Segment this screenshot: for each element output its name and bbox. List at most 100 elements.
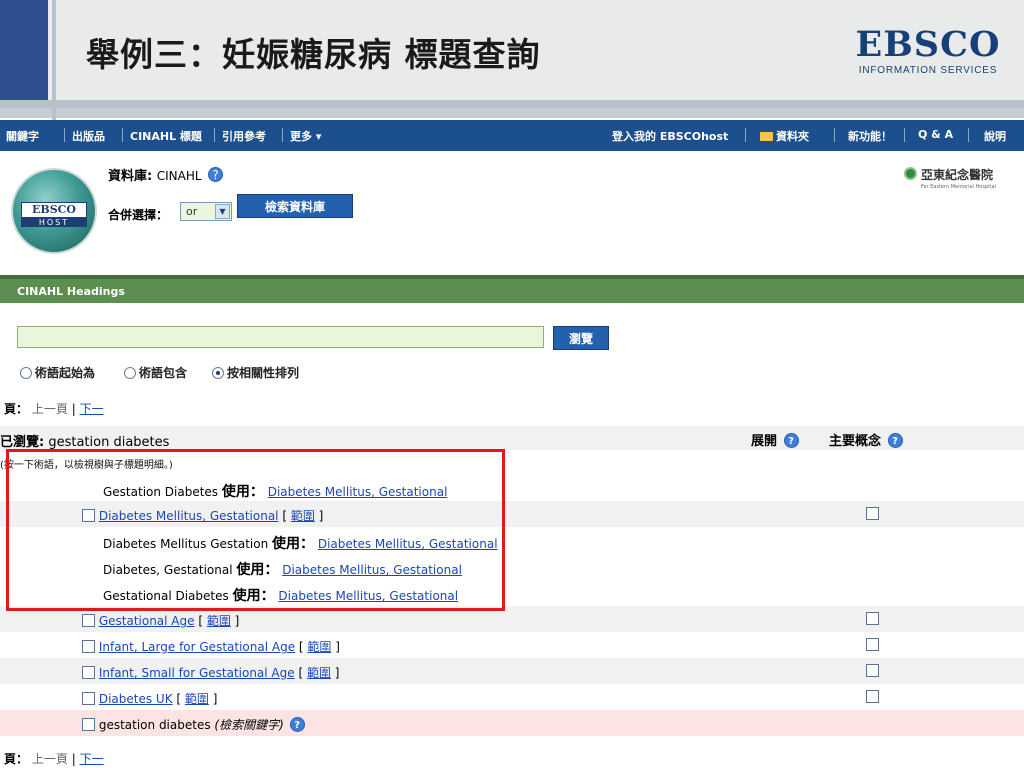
hospital-name: 亞東紀念醫院 (921, 168, 994, 182)
nav-separator (968, 128, 969, 142)
nav-help[interactable]: 說明 (984, 128, 1006, 144)
ebscohost-logo-word: EBSCO (21, 202, 87, 218)
keyword-term: gestation diabetes (98, 718, 211, 732)
heading-link[interactable]: Infant, Small for Gestational Age (99, 666, 295, 680)
heading-link[interactable]: Gestational Age (99, 614, 195, 628)
chevron-down-icon[interactable]: ▼ (215, 204, 230, 219)
database-name: CINAHL (156, 169, 202, 183)
database-label: 資料庫: CINAHL ? (108, 165, 224, 184)
combine-select-value: or (186, 205, 198, 218)
help-icon[interactable]: ? (887, 433, 903, 448)
hospital-english-name: Far Eastern Memorial Hospital (921, 184, 996, 190)
nav-separator (122, 128, 123, 142)
combine-label: 合併選擇： (108, 208, 169, 222)
scope-link[interactable]: 範圍 (307, 640, 331, 654)
help-icon[interactable]: ? (783, 433, 799, 448)
nav-separator (834, 128, 835, 142)
radio-icon[interactable] (20, 367, 32, 379)
nav-cinahl-headings[interactable]: CINAHL 標題 (130, 128, 202, 144)
database-label-text: 資料庫: (108, 169, 153, 184)
radio-relevance[interactable]: 按相關性排列 (212, 364, 299, 381)
nav-publications[interactable]: 出版品 (72, 128, 105, 144)
help-icon[interactable]: ? (208, 167, 224, 182)
nav-more-menu[interactable]: 更多 ▾ (290, 128, 321, 144)
radio-label: 按相關性排列 (227, 366, 300, 380)
browsed-term: gestation diabetes (48, 435, 170, 450)
slide-header: 舉例三：妊娠糖尿病 標題查詢 EBSCO INFORMATION SERVICE… (0, 0, 1024, 100)
nav-qa[interactable]: Q & A (918, 128, 953, 141)
highlight-annotation-box (6, 449, 505, 611)
explode-checkbox[interactable] (82, 666, 95, 679)
radio-contains[interactable]: 術語包含 (124, 364, 187, 381)
accent-bar (0, 0, 48, 100)
pager-next-link[interactable]: 下一 (80, 752, 104, 766)
pager-label: 頁： (4, 752, 29, 766)
keyword-note: (檢索關鍵字) (214, 718, 284, 732)
ebscohost-logo-plate: EBSCO HOST (21, 202, 87, 227)
combine-select[interactable]: or ▼ (180, 202, 232, 221)
major-concept-checkbox[interactable] (866, 638, 879, 651)
major-concept-checkbox[interactable] (866, 664, 879, 677)
nav-separator (64, 128, 65, 142)
ebsco-logo-word: EBSCO (855, 24, 1001, 65)
keyword-row: gestation diabetes (檢索關鍵字) ? (0, 710, 1024, 736)
nav-separator (282, 128, 283, 142)
pager-sep: | (71, 752, 76, 766)
accent-line (52, 0, 56, 122)
pager-prev: 上一頁 (31, 402, 68, 416)
nav-separator (745, 128, 746, 142)
database-panel: EBSCO HOST 資料庫: CINAHL ? 合併選擇： or ▼ 檢索資料… (0, 151, 1024, 275)
divider-band-light (0, 108, 1024, 118)
nav-separator (214, 128, 215, 142)
search-database-button[interactable]: 檢索資料庫 (237, 194, 353, 218)
column-explode: 展開 ? (751, 430, 799, 449)
browsed-term-label: 已瀏覽: gestation diabetes (0, 431, 169, 450)
help-icon[interactable]: ? (289, 717, 305, 732)
explode-checkbox[interactable] (82, 692, 95, 705)
scope-link[interactable]: 範圍 (207, 614, 231, 628)
pager-sep: | (71, 402, 76, 416)
table-row: Infant, Small for Gestational Age [ 範圍 ] (0, 658, 1024, 684)
pager-next-link[interactable]: 下一 (80, 402, 104, 416)
section-bar: CINAHL Headings (0, 275, 1024, 303)
column-explode-label: 展開 (751, 434, 778, 449)
pager-bottom: 頁： 上一頁 | 下一 (4, 750, 104, 767)
ebsco-logo: EBSCO INFORMATION SERVICES (852, 27, 1004, 83)
nav-sign-in[interactable]: 登入我的 EBSCOhost (612, 128, 728, 144)
radio-icon[interactable] (124, 367, 136, 379)
scope-link[interactable]: 範圍 (185, 692, 209, 706)
major-concept-checkbox[interactable] (866, 507, 879, 520)
keyword-checkbox[interactable] (82, 718, 95, 731)
nav-cited-references[interactable]: 引用參考 (222, 128, 266, 144)
scope-link[interactable]: 範圍 (307, 666, 331, 680)
nav-keyword[interactable]: 關鍵字 (6, 128, 39, 144)
results-header: 已瀏覽: gestation diabetes 展開 ? 主要概念 ? (0, 426, 1024, 450)
heading-link[interactable]: Infant, Large for Gestational Age (99, 640, 295, 654)
hospital-emblem-icon (904, 167, 917, 180)
browsed-label: 已瀏覽: (0, 435, 45, 450)
major-concept-checkbox[interactable] (866, 690, 879, 703)
heading-link[interactable]: Diabetes UK (99, 692, 173, 706)
nav-new-features[interactable]: 新功能！ (848, 128, 892, 144)
hospital-logo: 亞東紀念醫院 Far Eastern Memorial Hospital (904, 167, 1014, 199)
ebsco-logo-subtitle: INFORMATION SERVICES (858, 65, 998, 76)
nav-separator (904, 128, 905, 142)
folder-icon (760, 132, 773, 141)
top-navigation-bar: 關鍵字 出版品 CINAHL 標題 引用參考 更多 ▾ 登入我的 EBSCOho… (0, 120, 1024, 151)
radio-selected-icon[interactable] (212, 367, 224, 379)
pager-label: 頁： (4, 402, 29, 416)
explode-checkbox[interactable] (82, 614, 95, 627)
table-row: Infant, Large for Gestational Age [ 範圍 ] (0, 632, 1024, 658)
column-major-concept: 主要概念 ? (829, 430, 903, 449)
major-concept-checkbox[interactable] (866, 612, 879, 625)
radio-begins-with[interactable]: 術語起始為 (20, 364, 95, 381)
radio-label: 術語起始為 (35, 366, 96, 380)
table-row: Diabetes UK [ 範圍 ] (0, 684, 1024, 710)
explode-checkbox[interactable] (82, 640, 95, 653)
browse-input[interactable] (17, 326, 544, 348)
section-title: CINAHL Headings (17, 285, 125, 298)
pager-prev: 上一頁 (31, 752, 68, 766)
browse-button[interactable]: 瀏覽 (553, 326, 609, 350)
ebscohost-logo[interactable]: EBSCO HOST (13, 170, 95, 252)
nav-folder[interactable]: 資料夾 (760, 128, 809, 144)
